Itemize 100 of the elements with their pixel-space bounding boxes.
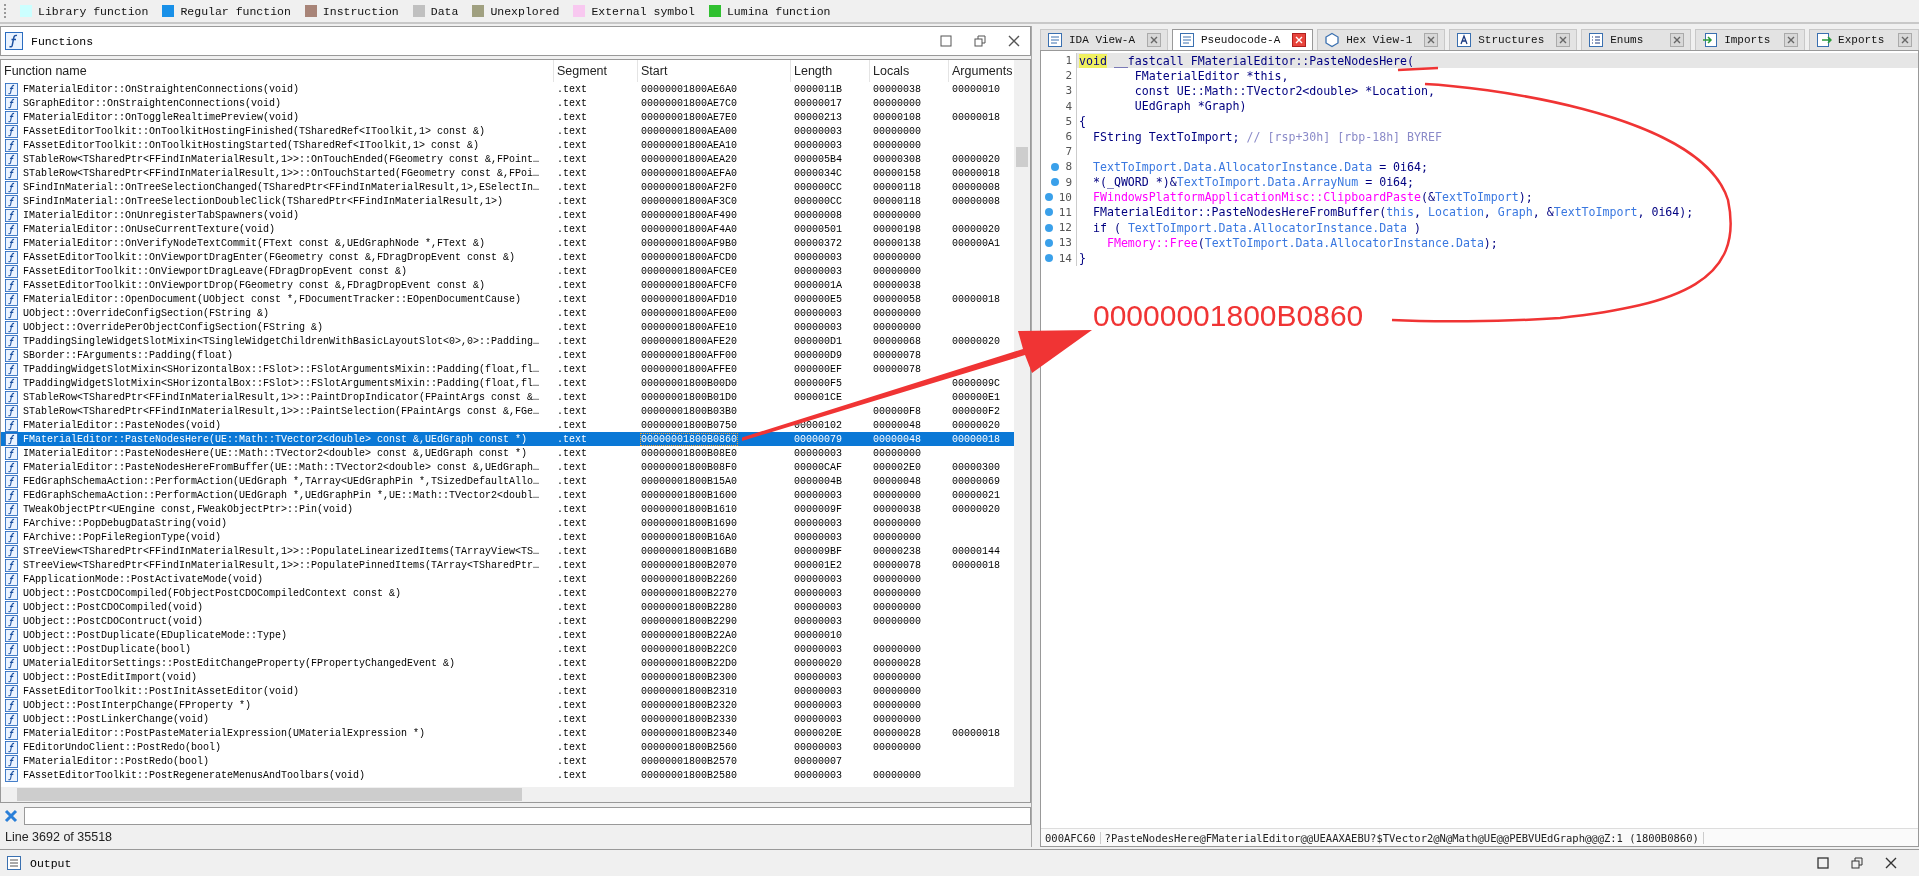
function-row[interactable]: FMaterialEditor::OnUseCurrentTexture(void) .text 00000001800AF4A0 00000501 00000198 00000020 — [1, 222, 1014, 236]
function-row[interactable]: STableRow<TSharedPtr<FFindInMaterialResult,1>>::PaintDropIndicator(FPaintArgs const &… .text 00000001800B01D0 000001CE 000000E1 — [1, 390, 1014, 404]
function-row[interactable]: SGraphEditor::OnStraightenConnections(void) .text 00000001800AE7C0 00000017 00000000 — [1, 96, 1014, 110]
function-row[interactable]: FAssetEditorToolkit::OnViewportDragLeave(FDragDropEvent const &) .text 00000001800AFCE0 00000003 00000000 — [1, 264, 1014, 278]
horizontal-scrollbar[interactable] — [0, 787, 1031, 803]
function-row[interactable]: FAssetEditorToolkit::OnToolkitHostingStarted(TSharedRef<IToolkit,1> const &) .text 00000001800AEA10 00000003 00000000 — [1, 138, 1014, 152]
column-header[interactable]: Length — [790, 60, 869, 82]
view-tab[interactable]: Exports — [1809, 29, 1919, 50]
table-cell: FMaterialEditor::OnToggleRealtimePreview(void) — [23, 110, 300, 124]
vertical-scrollbar[interactable] — [1014, 60, 1030, 787]
view-tab[interactable]: Structures — [1449, 29, 1578, 50]
function-row[interactable]: UObject::PostCDOCompiled(void) .text 00000001800B2280 00000003 00000000 — [1, 600, 1014, 614]
function-row[interactable]: FMaterialEditor::OnToggleRealtimePreview(void) .text 00000001800AE7E0 00000213 00000108 00000018 — [1, 110, 1014, 124]
breakpoint-dot[interactable] — [1051, 178, 1060, 187]
function-row[interactable]: FArchive::PopFileRegionType(void) .text 00000001800B16A0 00000003 00000000 — [1, 530, 1014, 544]
function-row[interactable]: UObject::PostLinkerChange(void) .text 00000001800B2330 00000003 00000000 — [1, 712, 1014, 726]
function-row[interactable]: IMaterialEditor::OnUnregisterTabSpawners(void) .text 00000001800AF490 00000008 00000000 — [1, 208, 1014, 222]
close-icon[interactable] — [1008, 35, 1020, 47]
column-header[interactable]: Function name — [1, 60, 553, 82]
view-tab[interactable]: Pseudocode-A — [1172, 29, 1314, 50]
function-row[interactable]: FAssetEditorToolkit::PostInitAssetEditor(void) .text 00000001800B2310 00000003 00000000 — [1, 684, 1014, 698]
annotation-text: 00000001800B0860 — [1093, 297, 1364, 334]
maximize-icon[interactable] — [1817, 857, 1829, 869]
function-row[interactable]: UObject::PostInterpChange(FProperty *) .text 00000001800B2320 00000003 00000000 — [1, 698, 1014, 712]
function-icon — [5, 124, 18, 138]
function-row[interactable]: TPaddingWidgetSlotMixin<SHorizontalBox::FSlot>::FSlotArgumentsMixin::Padding(float,fl… .text 00000001800B00D0 000000F5 0000009C — [1, 376, 1014, 390]
function-row[interactable]: TPaddingSingleWidgetSlotMixin<TSingleWidgetChildrenWithBasicLayoutSlot<0>,0>::Padding… .text 00000001800AFE20 000000D1 00000068 00000020 — [1, 334, 1014, 348]
view-tab[interactable]: IDA View-A — [1040, 29, 1168, 50]
function-row[interactable]: UObject::PostDuplicate(bool) .text 00000001800B22C0 00000003 00000000 — [1, 642, 1014, 656]
function-row[interactable]: STableRow<TSharedPtr<FFindInMaterialResult,1>>::OnTouchStarted(FGeometry const &,FPoi… .text 00000001800AEFA0 0000034C 00000158 00000018 — [1, 166, 1014, 180]
function-row[interactable]: SFindInMaterial::OnTreeSelectionDoubleClick(TSharedPtr<FFindInMaterialResult,1>) .text 00000001800AF3C0 000000CC 00000118 00000008 — [1, 194, 1014, 208]
table-cell: .text — [557, 699, 587, 711]
function-row[interactable]: FAssetEditorToolkit::PostRegenerateMenusAndToolbars(void) .text 00000001800B2580 00000003 00000000 — [1, 768, 1014, 782]
function-row[interactable]: FAssetEditorToolkit::OnViewportDragEnter(FGeometry const &,FDragDropEvent const &) .text 00000001800AFCD0 00000003 00000000 — [1, 250, 1014, 264]
function-row[interactable]: FEditorUndoClient::PostRedo(bool) .text 00000001800B2560 00000003 00000000 — [1, 740, 1014, 754]
function-row[interactable]: FEdGraphSchemaAction::PerformAction(UEdGraph *,TArray<UEdGraphPin *,TSizedDefaultAllo… .text 00000001800B15A0 0000004B 00000048 00000069 — [1, 474, 1014, 488]
function-row[interactable]: UObject::PostDuplicate(EDuplicateMode::Type) .text 00000001800B22A0 00000010 — [1, 628, 1014, 642]
table-cell: .text — [557, 209, 587, 221]
function-icon — [5, 418, 18, 432]
function-row[interactable]: FMaterialEditor::PasteNodesHereFromBuffer(UE::Math::TVector2<double> const &,UEdGraph… .text 00000001800B08F0 00000CAF 000002E0 00000300 — [1, 460, 1014, 474]
breakpoint-dot[interactable] — [1044, 193, 1053, 202]
function-row[interactable]: UMaterialEditorSettings::PostEditChangeProperty(FPropertyChangedEvent &) .text 00000001800B22D0 00000020 00000028 — [1, 656, 1014, 670]
column-header[interactable]: Locals — [869, 60, 948, 82]
restore-icon[interactable] — [974, 35, 986, 47]
function-row[interactable]: STableRow<TSharedPtr<FFindInMaterialResult,1>>::OnTouchEnded(FGeometry const &,FPoint… .text 00000001800AEA20 000005B4 00000308 00000020 — [1, 152, 1014, 166]
function-row[interactable]: FMaterialEditor::OpenDocument(UObject const *,FDocumentTracker::EOpenDocumentCause) .text 00000001800AFD10 000000E5 00000058 00000018 — [1, 292, 1014, 306]
function-row[interactable]: FAssetEditorToolkit::OnToolkitHostingFinished(TSharedRef<IToolkit,1> const &) .text 00000001800AEA00 00000003 00000000 — [1, 124, 1014, 138]
table-cell: 00000001800B2260 — [641, 573, 737, 585]
breakpoint-dot[interactable] — [1044, 238, 1053, 247]
breakpoint-dot[interactable] — [1044, 208, 1053, 217]
breakpoint-dot[interactable] — [1044, 223, 1053, 232]
function-row[interactable]: FArchive::PopDebugDataString(void) .text 00000001800B1690 00000003 00000000 — [1, 516, 1014, 530]
function-row[interactable]: FMaterialEditor::OnStraightenConnections(void) .text 00000001800AE6A0 0000011B 00000038 00000010 — [1, 82, 1014, 96]
breakpoint-dot[interactable] — [1044, 254, 1053, 263]
function-row[interactable]: STreeView<TSharedPtr<FFindInMaterialResult,1>>::PopulatePinnedItems(TArray<TSharedPtr… .text 00000001800B2070 000001E2 00000078 00000018 — [1, 558, 1014, 572]
view-tab[interactable]: Imports — [1695, 29, 1806, 50]
table-cell: UObject::PostLinkerChange(void) — [23, 712, 210, 726]
function-row[interactable]: IMaterialEditor::PasteNodesHere(UE::Math::TVector2<double> const &,UEdGraph const *) .text 00000001800B08E0 00000003 00000000 — [1, 446, 1014, 460]
function-row[interactable]: FEdGraphSchemaAction::PerformAction(UEdGraph *,UEdGraphPin *,UE::Math::TVector2<doubl… .text 00000001800B1600 00000003 00000000 00000021 — [1, 488, 1014, 502]
function-row[interactable]: UObject::OverrideConfigSection(FString &) .text 00000001800AFE00 00000003 00000000 — [1, 306, 1014, 320]
table-cell: 00000000 — [873, 489, 921, 501]
breakpoint-dot[interactable] — [1051, 162, 1060, 171]
function-row[interactable]: SBorder::FArguments::Padding(float) .text 00000001800AFF00 000000D9 00000078 — [1, 348, 1014, 362]
function-row[interactable]: STableRow<TSharedPtr<FFindInMaterialResult,1>>::PaintSelection(FPaintArgs const &,FGe… .text 00000001800B03B0 000000F8 000000F2 — [1, 404, 1014, 418]
function-row[interactable]: UObject::PostCDOContruct(void) .text 00000001800B2290 00000003 00000000 — [1, 614, 1014, 628]
view-tab[interactable]: Hex View-1 — [1317, 29, 1446, 50]
function-row[interactable]: FMaterialEditor::PasteNodesHere(UE::Math::TVector2<double> const &,UEdGraph const *) .text 00000001800B0860 00000079 00000048 00000018 — [1, 432, 1014, 446]
table-cell: .text — [557, 167, 587, 179]
function-row[interactable]: FAssetEditorToolkit::OnViewportDrop(FGeometry const &,FDragDropEvent const &) .text 00000001800AFCF0 0000001A 00000038 — [1, 278, 1014, 292]
clear-filter-icon[interactable] — [4, 809, 18, 823]
table-cell: 00000372 — [794, 237, 842, 249]
function-row[interactable]: TPaddingWidgetSlotMixin<SHorizontalBox::FSlot>::FSlotArgumentsMixin::Padding(float,fl… .text 00000001800AFFE0 000000EF 00000078 — [1, 362, 1014, 376]
maximize-icon[interactable] — [940, 35, 952, 47]
function-row[interactable]: FMaterialEditor::OnVerifyNodeTextCommit(FText const &,UEdGraphNode *,FText &) .text 00000001800AF9B0 00000372 00000138 000000A1 — [1, 236, 1014, 250]
legend-label: Instruction — [322, 4, 399, 18]
function-row[interactable]: SFindInMaterial::OnTreeSelectionChanged(TSharedPtr<FFindInMaterialResult,1>,ESelectIn… .text 00000001800AF2F0 000000CC 00000118 00000008 — [1, 180, 1014, 194]
table-cell: 00000000 — [873, 671, 921, 683]
function-icon — [5, 754, 18, 768]
function-row[interactable]: STreeView<TSharedPtr<FFindInMaterialResult,1>>::PopulateLinearizedItems(TArrayView<TS… .text 00000001800B16B0 000009BF 00000238 00000144 — [1, 544, 1014, 558]
function-row[interactable]: FMaterialEditor::PostPasteMaterialExpression(UMaterialExpression *) .text 00000001800B2340 0000020E 00000028 00000018 — [1, 726, 1014, 740]
view-tab[interactable]: Enums — [1581, 29, 1692, 50]
column-header[interactable]: Segment — [553, 60, 637, 82]
restore-icon[interactable] — [1851, 857, 1863, 869]
filter-field[interactable] — [24, 807, 1031, 825]
close-icon[interactable] — [1292, 33, 1307, 47]
code-line: FMaterialEditor::PasteNodesHereFromBuffer(this, Location, Graph, &TextToImport, 0i64); — [1091, 205, 1694, 220]
table-cell: 000001CE — [794, 391, 842, 403]
table-cell: 00000001800B1690 — [641, 517, 737, 529]
column-header[interactable]: Start — [637, 60, 790, 82]
function-row[interactable]: TWeakObjectPtr<UEngine const,FWeakObjectPtr>::Pin(void) .text 00000001800B1610 0000009F 00000038 00000020 — [1, 502, 1014, 516]
function-row[interactable]: UObject::OverridePerObjectConfigSection(FString &) .text 00000001800AFE10 00000003 00000000 — [1, 320, 1014, 334]
close-icon[interactable] — [1885, 857, 1897, 869]
function-row[interactable]: UObject::PostCDOCompiled(FObjectPostCDOCompiledContext const &) .text 00000001800B2270 00000003 00000000 — [1, 586, 1014, 600]
function-row[interactable]: FApplicationMode::PostActivateMode(void) .text 00000001800B2260 00000003 00000000 — [1, 572, 1014, 586]
line-number: 12 — [1058, 221, 1072, 235]
function-row[interactable]: FMaterialEditor::PostRedo(bool) .text 00000001800B2570 00000007 — [1, 754, 1014, 768]
table-cell: FAssetEditorToolkit::OnViewportDragEnter(FGeometry const &,FDragDropEvent const &) — [23, 250, 516, 264]
table-cell: 00000001800B16B0 — [641, 545, 737, 557]
table-cell: UObject::PostCDOContruct(void) — [23, 614, 204, 628]
function-row[interactable]: UObject::PostEditImport(void) .text 00000001800B2300 00000003 00000000 — [1, 670, 1014, 684]
